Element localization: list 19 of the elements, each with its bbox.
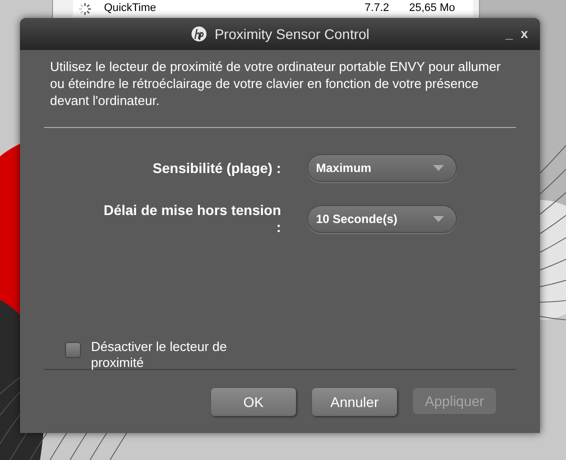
dialog-button[interactable]: OK — [211, 388, 296, 416]
minimize-button[interactable]: _ — [506, 24, 513, 44]
app-size: 25,65 Mo — [409, 1, 455, 16]
caret-icon — [433, 216, 444, 222]
close-button[interactable]: x — [520, 24, 528, 44]
setting-label: Sensibilité (plage) : — [152, 160, 281, 176]
dialog-button[interactable]: Annuler — [312, 388, 397, 416]
caret-icon — [433, 165, 444, 171]
checkbox-label: Désactiver le lecteur de proximité — [91, 339, 228, 371]
checkbox[interactable] — [65, 342, 81, 358]
window-title: Proximity Sensor Control — [214, 24, 370, 44]
setting-label: Délai de mise hors tension : — [102, 202, 281, 236]
spinner-icon — [78, 2, 92, 16]
app-version: 7.7.2 — [364, 1, 390, 16]
logo-icon — [190, 26, 207, 42]
dropdown[interactable]: Maximum — [307, 154, 457, 182]
description-text: Utilisez le lecteur de proximité de votre ordinateur portable ENVY pour allumer ou éteindre le rétroéclairage de votre clavier en fonction de votre présence devant l'ordinateur. — [50, 58, 502, 109]
app-name: QuickTime — [104, 1, 156, 16]
dropdown[interactable]: 10 Seconde(s) — [307, 205, 457, 233]
